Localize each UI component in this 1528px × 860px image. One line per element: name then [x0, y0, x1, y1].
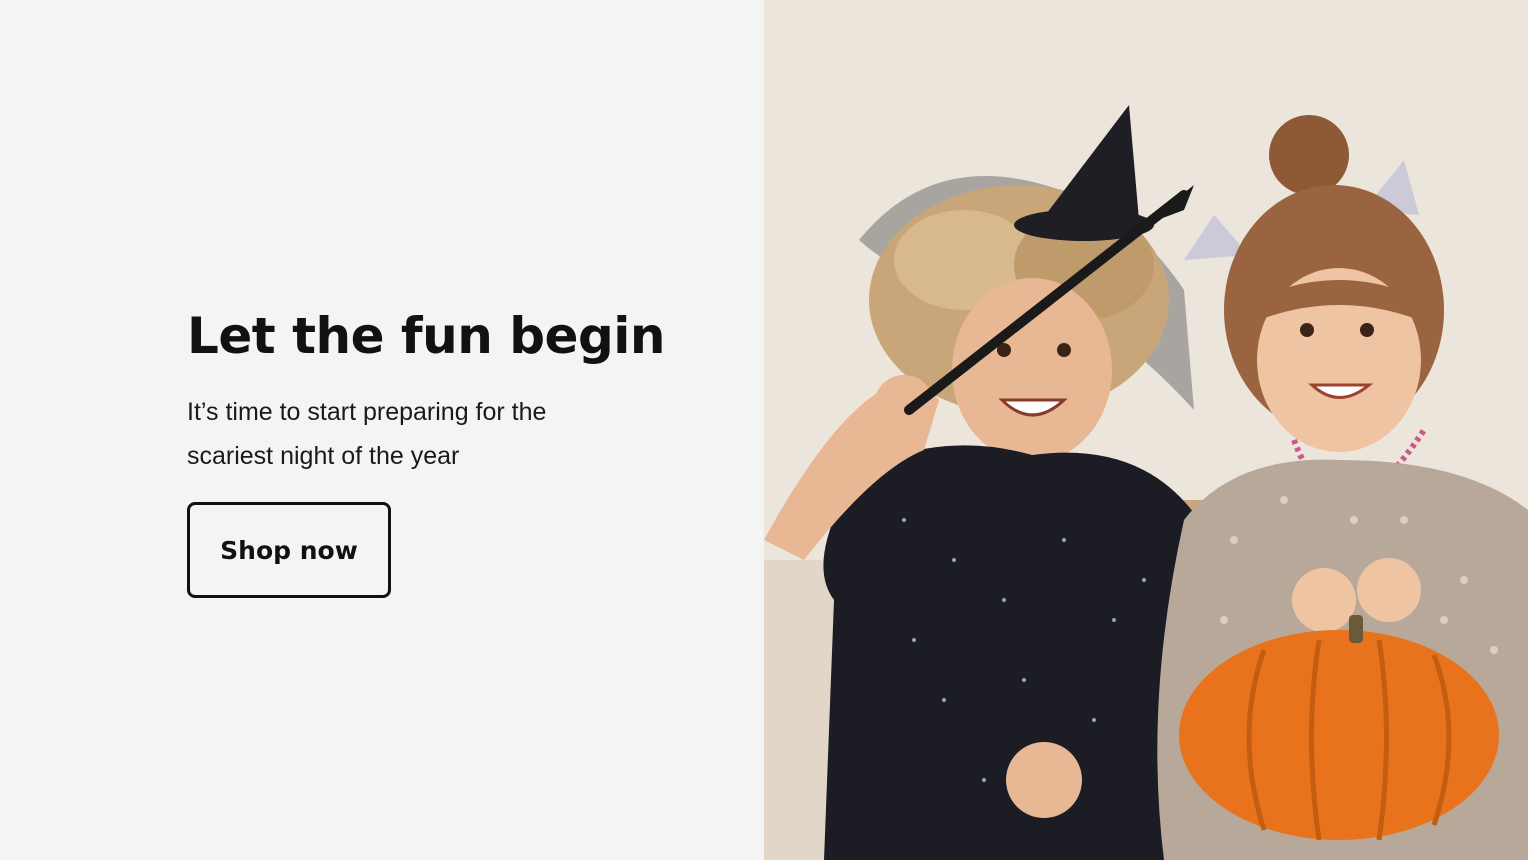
promo-banner: Let the fun begin It’s time to start pre…: [0, 0, 1528, 860]
promo-text-block: Let the fun begin It’s time to start pre…: [187, 300, 707, 598]
text-panel: Let the fun begin It’s time to start pre…: [0, 0, 764, 860]
hero-image[interactable]: [764, 0, 1528, 860]
promo-headline: Let the fun begin: [187, 307, 665, 365]
halloween-kids-illustration: [764, 0, 1528, 860]
promo-subtext: It’s time to start preparing for the sca…: [187, 398, 547, 470]
shop-now-button[interactable]: Shop now: [187, 502, 391, 598]
